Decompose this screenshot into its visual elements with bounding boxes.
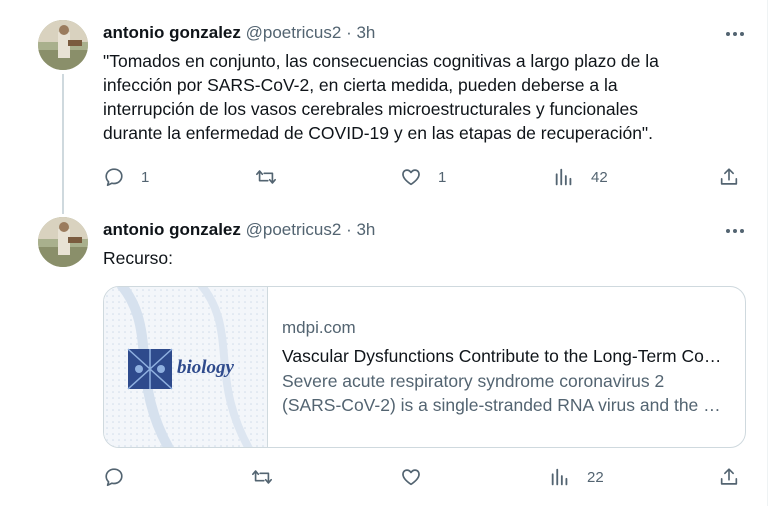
card-thumbnail: biology — [104, 287, 268, 447]
retweet-icon — [256, 170, 276, 184]
views-count: 42 — [591, 168, 608, 186]
retweet-button[interactable] — [251, 464, 289, 490]
retweet-button[interactable] — [255, 164, 293, 190]
avatar[interactable] — [38, 20, 88, 70]
more-icon[interactable] — [722, 221, 748, 241]
journal-logo-text: biology — [177, 357, 234, 378]
views-button[interactable]: 42 — [553, 164, 608, 190]
tweet-text-line: Recurso: — [103, 248, 174, 268]
reply-icon — [105, 468, 123, 487]
tweet-text: Recurso: — [103, 246, 733, 270]
card-title: Vascular Dysfunctions Contribute to the … — [282, 346, 727, 366]
card-domain: mdpi.com — [282, 318, 356, 337]
tweet-header: antonio gonzalez @poetricus2 · 3h — [103, 22, 375, 44]
link-card[interactable]: biology mdpi.com Vascular Dysfunctions C… — [103, 286, 746, 448]
share-button[interactable] — [718, 464, 740, 490]
like-icon — [402, 469, 420, 486]
card-text: mdpi.com Vascular Dysfunctions Contribut… — [282, 317, 727, 417]
author-name[interactable]: antonio gonzalez — [103, 23, 241, 42]
retweet-icon — [252, 470, 272, 484]
like-button[interactable]: 1 — [400, 164, 446, 190]
views-icon — [551, 468, 568, 486]
views-icon — [555, 168, 572, 186]
reply-icon — [105, 168, 123, 187]
avatar[interactable] — [38, 217, 88, 267]
views-button[interactable]: 22 — [549, 464, 604, 490]
reply-count: 1 — [141, 168, 150, 186]
tweet-text-line: durante la enfermedad de COVID-19 y en l… — [103, 123, 654, 143]
tweet-text: "Tomados en conjunto, las consecuencias … — [103, 49, 733, 145]
card-description: Severe acute respiratory syndrome corona… — [282, 369, 727, 417]
share-icon — [720, 168, 738, 185]
share-button[interactable] — [718, 164, 740, 190]
timeline-border — [767, 0, 768, 506]
tweet-text-line: infección por SARS-CoV-2, en cierta medi… — [103, 75, 618, 95]
more-icon[interactable] — [722, 24, 748, 44]
like-button[interactable] — [400, 464, 438, 490]
separator-dot: · — [346, 23, 352, 42]
author-handle[interactable]: @poetricus2 — [246, 23, 342, 42]
share-icon — [720, 468, 738, 485]
reply-button[interactable]: 1 — [103, 164, 149, 190]
timestamp[interactable]: 3h — [356, 23, 375, 42]
card-description-line: Severe acute respiratory syndrome corona… — [282, 371, 665, 391]
card-description-line: (SARS-CoV-2) is a single-stranded RNA vi… — [282, 395, 727, 415]
reply-button[interactable] — [103, 464, 141, 490]
author-name[interactable]: antonio gonzalez — [103, 220, 241, 239]
tweet-text-line: interrupción de los vasos cerebrales mic… — [103, 99, 638, 119]
author-handle[interactable]: @poetricus2 — [246, 220, 342, 239]
separator-dot: · — [346, 220, 352, 239]
tweet-text-line: "Tomados en conjunto, las consecuencias … — [103, 51, 659, 71]
thread-connector — [62, 74, 64, 214]
like-icon — [402, 169, 420, 186]
action-bar: 1 1 42 — [103, 164, 748, 190]
action-bar: 22 — [103, 464, 748, 490]
views-count: 22 — [587, 468, 604, 486]
like-count: 1 — [438, 168, 447, 186]
tweet-header: antonio gonzalez @poetricus2 · 3h — [103, 219, 375, 241]
timestamp[interactable]: 3h — [356, 220, 375, 239]
